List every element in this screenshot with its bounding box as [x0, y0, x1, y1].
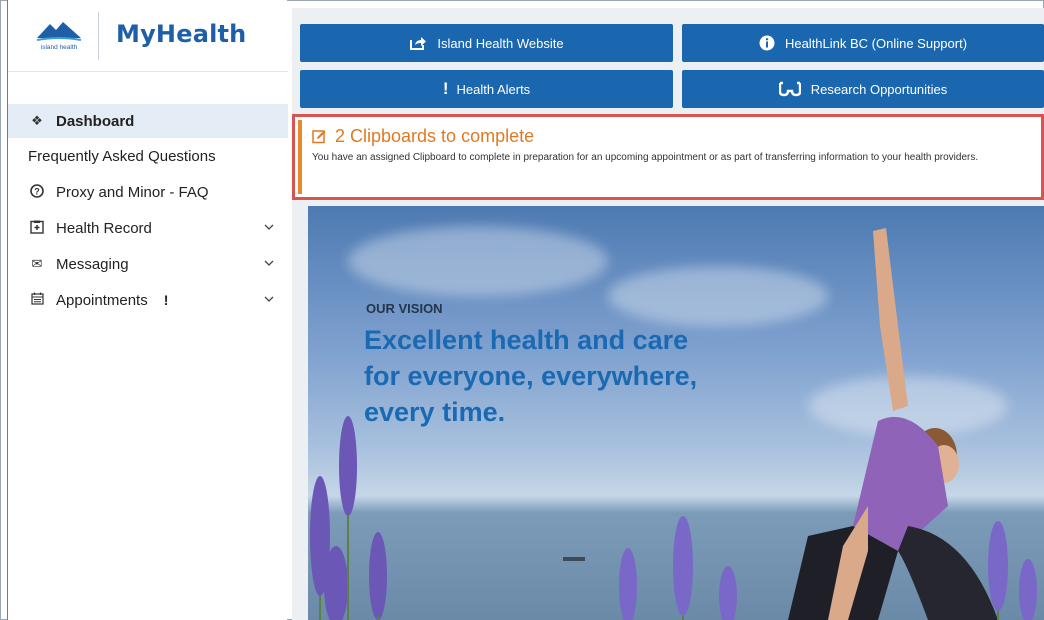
- svg-text:?: ?: [34, 186, 40, 196]
- hero-vision-line: Excellent health and care: [364, 325, 689, 355]
- sidebar-item-health-record[interactable]: Health Record: [8, 210, 288, 246]
- hero-kicker: OUR VISION: [366, 301, 443, 316]
- research-opportunities-button[interactable]: Research Opportunities: [682, 70, 1044, 108]
- appointments-alert-badge: !: [163, 292, 169, 308]
- info-circle-icon: [759, 35, 775, 51]
- sidebar-item-label: Appointments: [56, 291, 148, 309]
- exclamation-icon: !: [442, 79, 449, 98]
- logo-small-text: island health: [41, 44, 78, 51]
- clipboard-alert-body: 2 Clipboards to complete You have an ass…: [298, 120, 1038, 194]
- sidebar: island health MyHealth ❖ Dashboard Frequ…: [7, 0, 288, 620]
- sidebar-item-label: Health Record: [56, 219, 152, 237]
- button-label: Health Alerts: [456, 81, 531, 97]
- logo-divider: [98, 12, 99, 60]
- external-link-icon: [409, 35, 427, 51]
- clipboard-alert-title[interactable]: 2 Clipboards to complete: [335, 126, 534, 147]
- logo-area[interactable]: island health MyHealth: [8, 0, 288, 72]
- sidebar-nav: ❖ Dashboard Frequently Asked Questions ?…: [8, 104, 288, 318]
- sidebar-item-appointments[interactable]: Appointments !: [8, 282, 288, 318]
- calendar-icon: [28, 292, 46, 308]
- clipboard-alert[interactable]: 2 Clipboards to complete You have an ass…: [292, 114, 1044, 200]
- sidebar-item-dashboard[interactable]: ❖ Dashboard: [8, 104, 288, 138]
- button-label: Research Opportunities: [810, 81, 948, 97]
- hero-vision-line: for everyone, everywhere,: [364, 361, 698, 391]
- sidebar-item-label: Frequently Asked Questions: [28, 147, 216, 165]
- chevron-down-icon[interactable]: [264, 222, 274, 232]
- health-record-icon: [28, 220, 46, 237]
- sidebar-item-messaging[interactable]: ✉ Messaging: [8, 246, 288, 282]
- button-label: HealthLink BC (Online Support): [784, 35, 968, 51]
- sidebar-item-label: Dashboard: [56, 112, 135, 130]
- sidebar-item-label: Proxy and Minor - FAQ: [56, 183, 209, 201]
- edit-icon: [312, 130, 326, 144]
- hero-vision-line: every time.: [364, 397, 506, 427]
- app-name: MyHealth: [116, 20, 247, 48]
- health-alerts-button[interactable]: ! Health Alerts: [300, 70, 673, 108]
- envelope-icon: ✉: [31, 256, 43, 271]
- hero-banner: OUR VISION Excellent health and care for…: [308, 206, 1044, 620]
- island-health-website-button[interactable]: Island Health Website: [300, 24, 673, 62]
- clipboard-alert-title-row: 2 Clipboards to complete: [312, 126, 1028, 147]
- main-content: Island Health Website HealthLink BC (Onl…: [292, 8, 1044, 620]
- sidebar-item-faq[interactable]: Frequently Asked Questions: [8, 138, 288, 174]
- glasses-icon: [778, 81, 801, 97]
- island-health-logo: island health: [36, 22, 82, 51]
- home-icon: ❖: [31, 113, 43, 128]
- sidebar-item-label: Messaging: [56, 255, 129, 273]
- sidebar-item-proxy-faq[interactable]: ? Proxy and Minor - FAQ: [8, 174, 288, 210]
- chevron-down-icon[interactable]: [264, 294, 274, 304]
- clipboard-alert-text: You have an assigned Clipboard to comple…: [312, 152, 979, 163]
- question-circle-icon: ?: [28, 183, 46, 201]
- button-label: Island Health Website: [437, 35, 564, 51]
- healthlink-bc-button[interactable]: HealthLink BC (Online Support): [682, 24, 1044, 62]
- chevron-down-icon[interactable]: [264, 258, 274, 268]
